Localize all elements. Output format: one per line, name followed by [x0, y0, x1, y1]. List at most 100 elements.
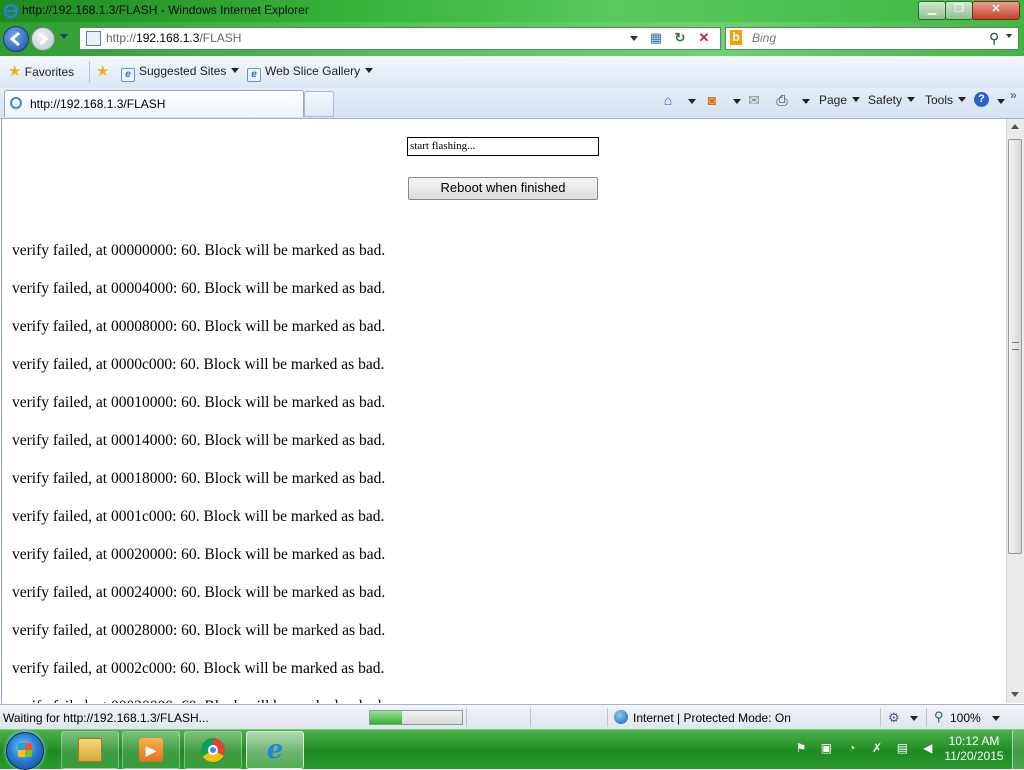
- taskbar-chrome-button[interactable]: [184, 731, 242, 769]
- web-slice-gallery-label: Web Slice Gallery: [265, 64, 361, 78]
- window-title: http://192.168.1.3/FLASH - Windows Inter…: [22, 3, 309, 17]
- tab-active[interactable]: http://192.168.1.3/FLASH: [4, 90, 304, 117]
- ie-icon: e: [266, 735, 284, 765]
- new-tab-button[interactable]: [304, 91, 334, 117]
- taskbar-explorer-button[interactable]: [61, 731, 119, 769]
- feeds-dropdown[interactable]: [733, 99, 741, 104]
- taskbar-ie-button[interactable]: e: [246, 731, 304, 769]
- home-dropdown[interactable]: [688, 99, 696, 104]
- add-favorite-icon: ★: [96, 63, 110, 80]
- address-dropdown[interactable]: [630, 36, 638, 41]
- zoom-icon[interactable]: ⚲: [934, 709, 944, 725]
- scroll-up-icon[interactable]: [1011, 124, 1019, 129]
- navigation-bar: http://192.168.1.3/FLASH ▦ ↻ ✕ b Bing ⚲: [0, 22, 1024, 56]
- minimize-button[interactable]: ▁: [918, 1, 946, 20]
- url-path: /FLASH: [199, 31, 242, 45]
- back-button[interactable]: [3, 26, 29, 52]
- log-line: verify failed, at 00030000: 60. Block wi…: [12, 696, 385, 703]
- log-line: verify failed, at 00024000: 60. Block wi…: [12, 584, 386, 601]
- tools-menu[interactable]: Tools: [925, 93, 967, 107]
- action-center-icon[interactable]: ⚑: [793, 740, 809, 756]
- favorites-label: Favorites: [24, 65, 75, 79]
- search-box[interactable]: b Bing ⚲: [725, 27, 1019, 50]
- globe-icon: [614, 710, 628, 724]
- chrome-icon: [201, 738, 225, 762]
- add-to-favorites-bar-button[interactable]: ★: [96, 62, 109, 80]
- safety-menu[interactable]: Safety: [868, 93, 916, 107]
- start-button[interactable]: [6, 732, 44, 770]
- ie-page-icon: e: [247, 68, 261, 82]
- back-arrow-icon: [9, 31, 20, 47]
- ie-icon: [3, 3, 19, 19]
- suggested-sites-link[interactable]: e Suggested Sites: [121, 64, 240, 82]
- print-dropdown[interactable]: [802, 99, 810, 104]
- chevron-down-icon: [907, 97, 916, 102]
- status-tools-dropdown[interactable]: [910, 716, 918, 721]
- recent-pages-dropdown[interactable]: [60, 34, 68, 39]
- tab-label: http://192.168.1.3/FLASH: [30, 97, 166, 111]
- zoom-dropdown[interactable]: [992, 716, 1000, 721]
- title-bar: http://192.168.1.3/FLASH - Windows Inter…: [0, 0, 1024, 22]
- close-button[interactable]: ✕: [972, 1, 1020, 20]
- log-line: verify failed, at 00004000: 60. Block wi…: [12, 280, 386, 297]
- network-adapter-icon[interactable]: ▣: [818, 740, 834, 756]
- reboot-button[interactable]: Reboot when finished: [408, 177, 598, 200]
- page-menu[interactable]: Page: [819, 93, 861, 107]
- network-icon[interactable]: ▤: [894, 740, 910, 756]
- stop-icon[interactable]: ✕: [695, 29, 713, 47]
- log-line: verify failed, at 0001c000: 60. Block wi…: [12, 508, 385, 525]
- vertical-scrollbar[interactable]: [1006, 119, 1024, 703]
- read-mail-icon[interactable]: ✉: [746, 92, 762, 108]
- status-text: Waiting for http://192.168.1.3/FLASH...: [3, 711, 209, 725]
- zoom-level[interactable]: 100%: [950, 711, 981, 725]
- safety-menu-label: Safety: [868, 93, 903, 107]
- clock-time: 10:12 AM: [948, 734, 1000, 748]
- search-input[interactable]: Bing: [752, 31, 776, 45]
- page-content: start flashing... Reboot when finished v…: [1, 119, 1007, 703]
- tools-menu-label: Tools: [925, 93, 954, 107]
- help-dropdown[interactable]: [997, 99, 1005, 104]
- folder-icon: [78, 738, 102, 762]
- volume-icon[interactable]: ◀: [920, 740, 936, 756]
- forward-arrow-icon: [39, 32, 49, 46]
- url-host: 192.168.1.3: [136, 31, 200, 45]
- feeds-icon[interactable]: ◙: [704, 92, 720, 108]
- wireless-icon[interactable]: ◔: [844, 740, 860, 756]
- home-icon[interactable]: ⌂: [660, 92, 676, 108]
- windows-logo-icon: [18, 743, 32, 757]
- flash-status-field[interactable]: start flashing...: [407, 137, 599, 156]
- show-desktop-button[interactable]: [1012, 730, 1024, 769]
- protected-mode-gear-icon[interactable]: ⚙: [888, 710, 900, 726]
- chevron-down-icon: [958, 97, 967, 102]
- status-separator: [607, 708, 608, 727]
- power-warning-icon[interactable]: ✗: [869, 740, 885, 756]
- status-separator: [926, 708, 927, 727]
- status-bar: Waiting for http://192.168.1.3/FLASH... …: [0, 704, 1024, 730]
- web-slice-gallery-link[interactable]: e Web Slice Gallery: [247, 64, 374, 82]
- search-icon[interactable]: ⚲: [989, 30, 999, 47]
- chevron-down-icon: [852, 97, 861, 102]
- maximize-button[interactable]: ❐: [945, 1, 973, 20]
- scroll-thumb[interactable]: [1008, 139, 1022, 554]
- page-menu-label: Page: [819, 93, 848, 107]
- scroll-grip-icon: [1012, 342, 1019, 350]
- chevron-more-icon[interactable]: »: [1010, 88, 1017, 102]
- search-options-dropdown[interactable]: [1006, 34, 1012, 38]
- taskbar-media-player-button[interactable]: ▶: [122, 731, 180, 769]
- log-line: verify failed, at 00008000: 60. Block wi…: [12, 318, 386, 335]
- clock-date: 11/20/2015: [944, 749, 1004, 763]
- log-line: verify failed, at 00018000: 60. Block wi…: [12, 470, 386, 487]
- loading-icon: [10, 97, 22, 109]
- address-bar[interactable]: http://192.168.1.3/FLASH ▦ ↻ ✕: [79, 27, 721, 50]
- forward-button[interactable]: [31, 27, 55, 51]
- address-input[interactable]: http://192.168.1.3/FLASH: [106, 31, 241, 45]
- favorites-button[interactable]: ★ Favorites: [8, 62, 74, 80]
- refresh-icon[interactable]: ↻: [671, 29, 689, 47]
- scroll-down-icon[interactable]: [1011, 692, 1019, 697]
- help-icon[interactable]: ?: [974, 92, 989, 107]
- print-icon[interactable]: ⎙: [774, 92, 790, 108]
- compatibility-view-icon[interactable]: ▦: [647, 29, 665, 47]
- security-zone-text[interactable]: Internet | Protected Mode: On: [633, 711, 791, 725]
- progress-bar: [369, 710, 463, 725]
- clock[interactable]: 10:12 AM 11/20/2015: [942, 734, 1006, 764]
